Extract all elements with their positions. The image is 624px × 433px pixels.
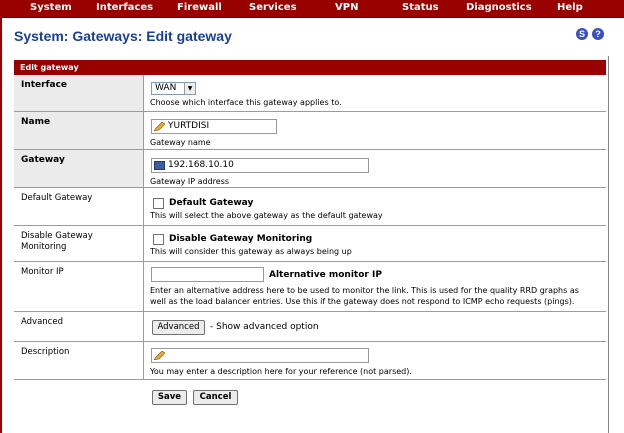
gateway-input[interactable]: 192.168.10.10 bbox=[151, 158, 369, 173]
network-icon bbox=[154, 161, 165, 170]
row-advanced: Advanced Advanced - Show advanced option bbox=[14, 312, 606, 342]
name-input[interactable]: YURTDISI bbox=[151, 119, 277, 134]
name-help: Gateway name bbox=[150, 138, 211, 147]
interface-value: WAN bbox=[155, 83, 177, 93]
advanced-label: Advanced bbox=[14, 312, 144, 341]
nav-status[interactable]: Status bbox=[402, 2, 439, 13]
disable-monitoring-checkbox-label: Disable Gateway Monitoring bbox=[169, 234, 313, 244]
left-border bbox=[0, 18, 2, 433]
monitor-ip-label: Monitor IP bbox=[14, 262, 144, 311]
disable-monitoring-label-line2: Monitoring bbox=[21, 242, 67, 252]
default-gateway-help: This will select the above gateway as th… bbox=[150, 211, 383, 220]
pencil-icon bbox=[154, 122, 165, 131]
nav-firewall[interactable]: Firewall bbox=[177, 2, 222, 13]
save-button[interactable]: Save bbox=[152, 390, 187, 405]
gateway-label: Gateway bbox=[14, 150, 144, 187]
row-name: Name YURTDISI Gateway name bbox=[14, 112, 606, 150]
interface-label: Interface bbox=[14, 75, 144, 111]
row-disable-monitoring: Disable Gateway Monitoring Disable Gatew… bbox=[14, 226, 606, 262]
monitor-ip-help-line1: Enter an alternative address here to be … bbox=[150, 286, 579, 295]
gateway-value: 192.168.10.10 bbox=[168, 160, 234, 170]
row-default-gateway: Default Gateway Default Gateway This wil… bbox=[14, 188, 606, 226]
nav-help[interactable]: Help bbox=[557, 2, 583, 13]
nav-vpn[interactable]: VPN bbox=[335, 2, 358, 13]
page-title: System: Gateways: Edit gateway bbox=[14, 28, 232, 44]
description-label: Description bbox=[14, 342, 144, 379]
nav-interfaces[interactable]: Interfaces bbox=[96, 2, 153, 13]
monitor-ip-input[interactable] bbox=[151, 267, 264, 282]
name-value: YURTDISI bbox=[168, 121, 210, 131]
monitor-ip-help-line2: well as the load balancer entries. Use t… bbox=[150, 297, 575, 306]
description-input[interactable] bbox=[151, 348, 369, 363]
row-interface: Interface WAN ▼ Choose which interface t… bbox=[14, 75, 606, 112]
nav-services[interactable]: Services bbox=[249, 2, 297, 13]
section-header: Edit gateway bbox=[14, 60, 606, 75]
nav-system[interactable]: System bbox=[30, 2, 72, 13]
help-icon[interactable]: ? bbox=[592, 28, 604, 40]
default-gateway-checkbox[interactable] bbox=[153, 198, 164, 209]
status-icon[interactable]: S bbox=[576, 28, 588, 40]
pencil-icon bbox=[154, 351, 165, 360]
advanced-button[interactable]: Advanced bbox=[152, 320, 205, 335]
default-gateway-checkbox-label: Default Gateway bbox=[169, 198, 254, 208]
description-help: You may enter a description here for you… bbox=[150, 367, 412, 376]
disable-monitoring-checkbox[interactable] bbox=[153, 234, 164, 245]
interface-help: Choose which interface this gateway appl… bbox=[150, 98, 342, 107]
row-gateway: Gateway 192.168.10.10 Gateway IP address bbox=[14, 150, 606, 188]
right-border bbox=[608, 56, 609, 433]
cancel-button[interactable]: Cancel bbox=[193, 390, 238, 405]
disable-monitoring-label: Disable Gateway Monitoring bbox=[14, 226, 144, 261]
default-gateway-label: Default Gateway bbox=[14, 188, 144, 225]
row-monitor-ip: Monitor IP Alternative monitor IP Enter … bbox=[14, 262, 606, 312]
disable-monitoring-label-line1: Disable Gateway bbox=[21, 231, 93, 241]
gateway-help: Gateway IP address bbox=[150, 177, 230, 186]
chevron-down-icon: ▼ bbox=[184, 83, 195, 94]
advanced-help: - Show advanced option bbox=[210, 322, 319, 332]
disable-monitoring-help: This will consider this gateway as alway… bbox=[150, 247, 352, 256]
top-nav: System Interfaces Firewall Services VPN … bbox=[0, 0, 624, 18]
nav-diagnostics[interactable]: Diagnostics bbox=[466, 2, 532, 13]
interface-select[interactable]: WAN ▼ bbox=[151, 82, 196, 95]
monitor-ip-inline-label: Alternative monitor IP bbox=[269, 270, 382, 280]
name-label: Name bbox=[14, 112, 144, 149]
row-description: Description You may enter a description … bbox=[14, 342, 606, 380]
